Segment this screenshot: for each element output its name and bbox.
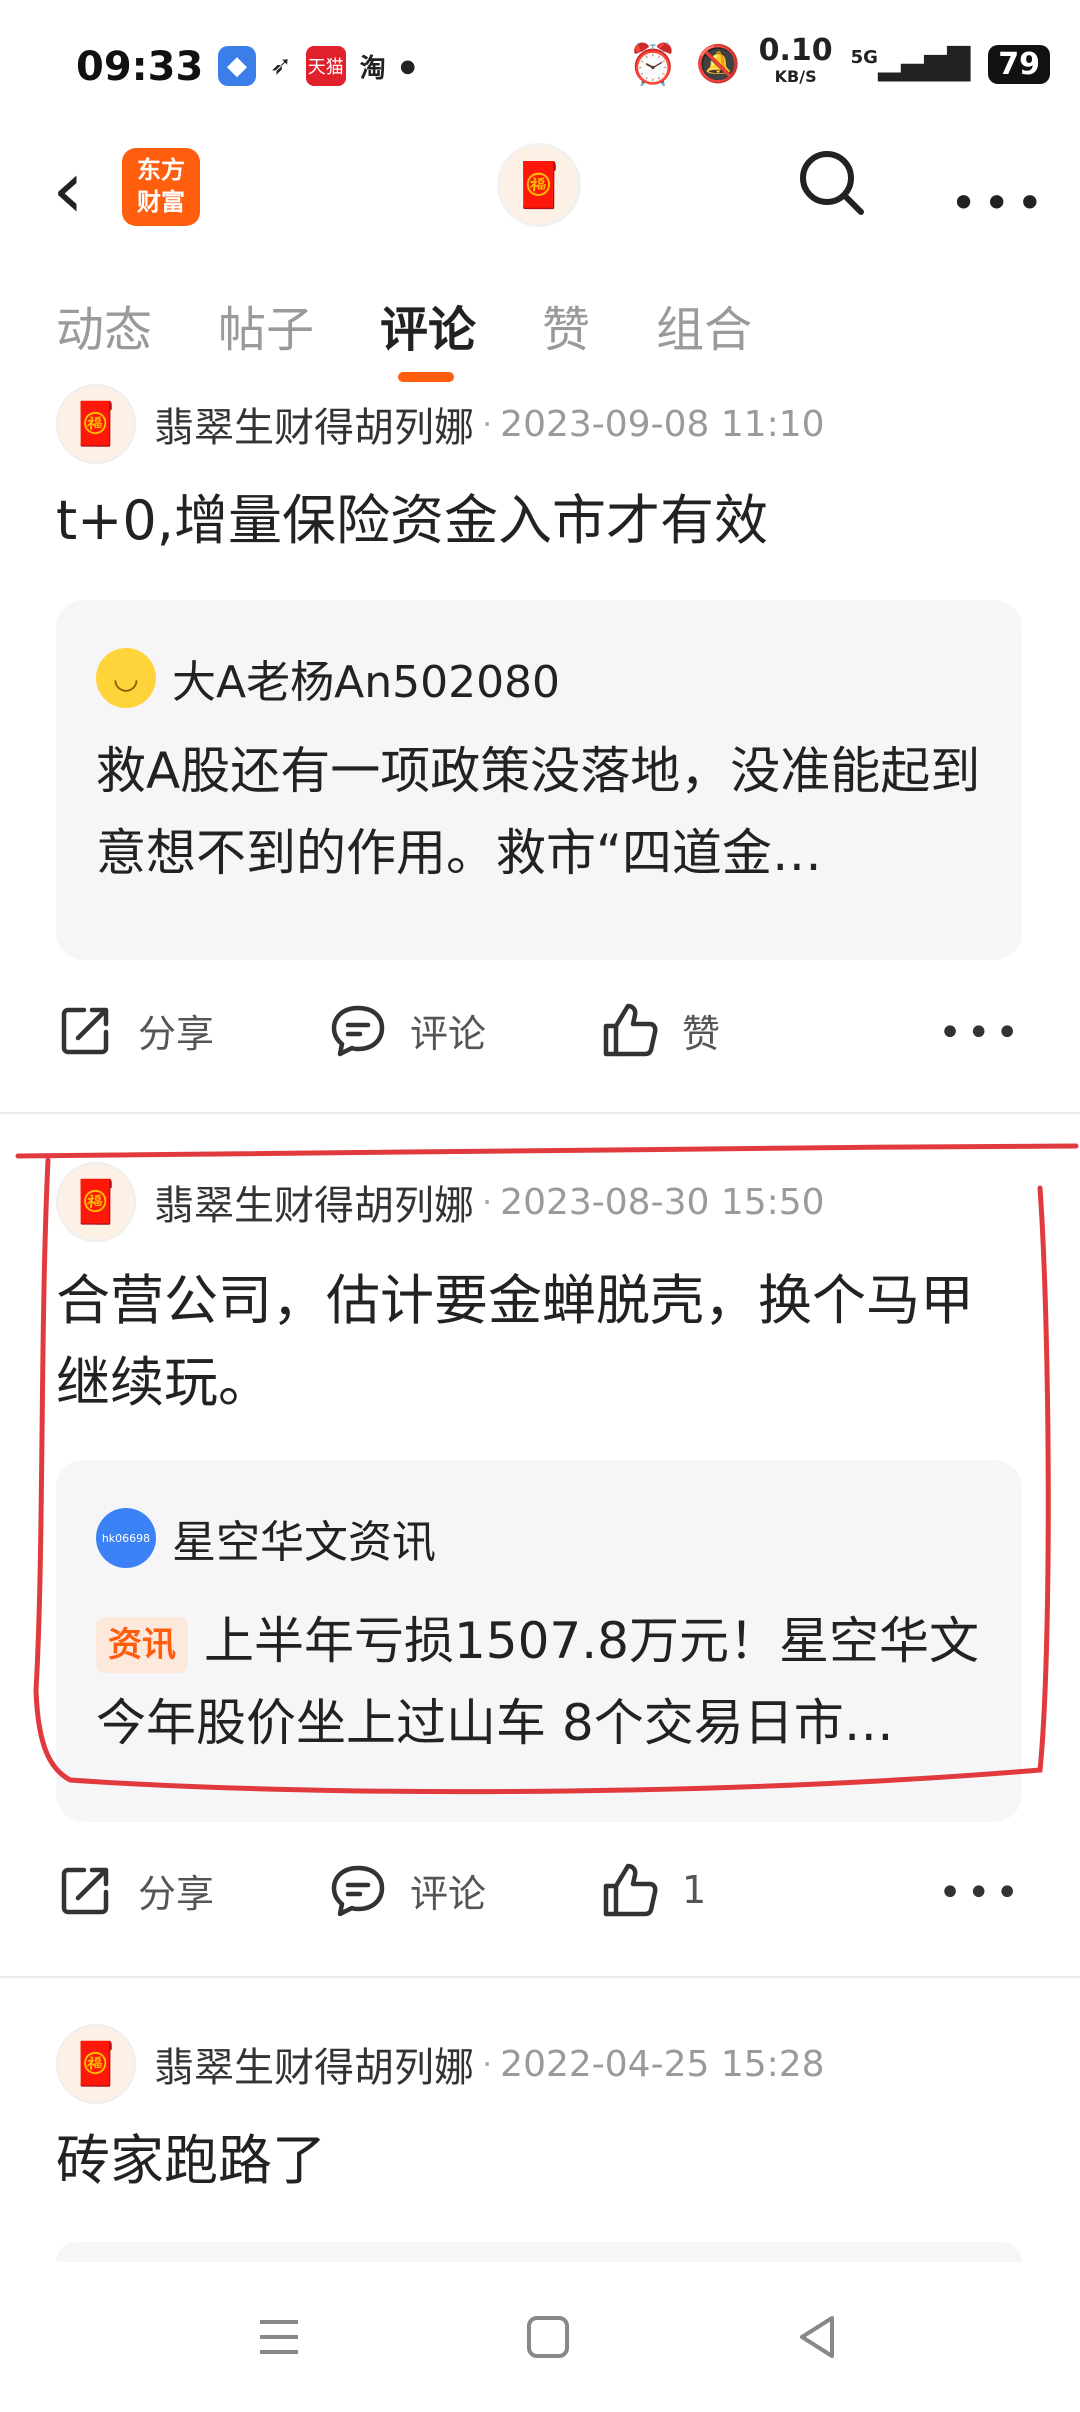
back-button[interactable]: ‹: [52, 150, 84, 230]
timestamp: 2023-09-08 11:10: [500, 403, 825, 445]
more-icon[interactable]: •••: [938, 1010, 1024, 1056]
battery-indicator: 79: [988, 44, 1050, 84]
back-nav-icon[interactable]: [782, 2302, 852, 2372]
search-icon[interactable]: [795, 146, 869, 220]
tab-portfolio[interactable]: 组合: [656, 290, 752, 360]
comment-button[interactable]: 评论: [328, 1000, 486, 1060]
top-app-bar: ‹ 东方 财富 🧧 •••: [0, 140, 1080, 280]
share-icon: [61, 1867, 109, 1915]
comment-item[interactable]: 🧧 翡翠生财得胡列娜 · 2023-08-30 15:50 合营公司，估计要金蝉…: [0, 1148, 1080, 1968]
author-name[interactable]: 翡翠生财得胡列娜: [154, 2035, 474, 2093]
thumbs-up-icon: [603, 1863, 658, 1917]
signal-icon: 5G▂▄▆█: [850, 46, 971, 82]
user-avatar[interactable]: 🧧: [500, 146, 578, 224]
system-indicators: ⏰ 🔕 0.10 KB/S 5G▂▄▆█ 79: [627, 33, 1050, 88]
avatar[interactable]: 🧧: [56, 384, 136, 464]
quoted-post[interactable]: hk06698 星空华文资讯 资讯 上半年亏损1507.8万元！星空华文今年股价坐…: [56, 1460, 1022, 1822]
comment-text: 砖家跑路了: [56, 2129, 326, 2192]
comment-icon: [331, 1865, 385, 1917]
bird-icon: ➶: [270, 51, 292, 81]
author-row: 🧧 翡翠生财得胡列娜 · 2023-08-30 15:50: [56, 1162, 825, 1242]
blue-app-icon: ◆: [218, 46, 256, 86]
quoted-text: 资讯 上半年亏损1507.8万元！星空华文今年股价坐上过山车 8个交易日市…: [96, 1612, 979, 1752]
avatar[interactable]: 🧧: [56, 1162, 136, 1242]
tab-comments[interactable]: 评论: [380, 290, 476, 382]
timestamp: 2022-04-25 15:28: [500, 2043, 825, 2085]
tab-posts[interactable]: 帖子: [218, 290, 314, 360]
avatar[interactable]: 🧧: [56, 2024, 136, 2104]
comment-button[interactable]: 评论: [328, 1860, 486, 1920]
quoted-post[interactable]: ◡ 大A老杨An502080 救A股还有一项政策没落地，没准能起到意想不到的作用…: [56, 600, 1022, 960]
hk06698-avatar-icon: hk06698: [96, 1508, 156, 1568]
taobao-icon: 淘: [359, 53, 386, 84]
alarm-icon: ⏰: [627, 41, 678, 88]
status-bar: 09:33 ◆ ➶ 天猫 淘 ● ⏰ 🔕 0.10 KB/S 5G▂▄▆█ 79: [0, 0, 1080, 140]
comment-icon: [331, 1005, 385, 1057]
quoted-author-name: 星空华文资讯: [172, 1517, 436, 1568]
tab-likes[interactable]: 赞: [542, 290, 590, 360]
more-notifications-dot: ●: [399, 55, 416, 77]
clock: 09:33: [76, 44, 204, 90]
quoted-author-name: 大A老杨An502080: [172, 657, 561, 708]
share-icon: [61, 1007, 109, 1055]
net-speed: 0.10 KB/S: [758, 33, 833, 87]
smile-avatar-icon: ◡: [96, 648, 156, 708]
like-button[interactable]: 赞: [600, 1000, 720, 1060]
tab-dongtai[interactable]: 动态: [56, 290, 152, 360]
action-bar: 分享 评论 赞 •••: [56, 1000, 1024, 1080]
more-options-icon[interactable]: •••: [950, 176, 1049, 230]
like-button[interactable]: 1: [600, 1860, 706, 1920]
notification-icons: ◆ ➶ 天猫 淘 ●: [218, 46, 416, 86]
thumbs-up-icon: [603, 1003, 658, 1057]
app-logo: 东方 财富: [122, 148, 200, 226]
quoted-author-row: hk06698 星空华文资讯: [96, 1506, 436, 1570]
author-name[interactable]: 翡翠生财得胡列娜: [154, 395, 474, 453]
share-button[interactable]: 分享: [56, 1860, 214, 1920]
like-count: 1: [682, 1868, 707, 1912]
mute-icon: 🔕: [695, 44, 741, 85]
news-badge: 资讯: [96, 1616, 188, 1673]
system-navigation-bar: [0, 2262, 1080, 2412]
more-icon[interactable]: •••: [938, 1870, 1024, 1916]
comment-item[interactable]: 🧧 翡翠生财得胡列娜 · 2023-09-08 11:10 t+0,增量保险资金…: [0, 370, 1080, 1110]
menu-icon[interactable]: [244, 2302, 314, 2372]
tmall-icon: 天猫: [305, 46, 346, 86]
home-icon[interactable]: [513, 2302, 583, 2372]
comment-text: t+0,增量保险资金入市才有效: [56, 489, 768, 552]
action-bar: 分享 评论 1 •••: [56, 1860, 1024, 1940]
quoted-text: 救A股还有一项政策没落地，没准能起到意想不到的作用。救市“四道金…: [96, 742, 981, 882]
divider: [0, 1112, 1080, 1114]
timestamp: 2023-08-30 15:50: [500, 1181, 825, 1223]
comment-item[interactable]: 🧧 翡翠生财得胡列娜 · 2022-04-25 15:28 砖家跑路了: [0, 2010, 1080, 2282]
comment-text: 合营公司，估计要金蝉脱壳，换个马甲继续玩。: [56, 1269, 974, 1414]
divider: [0, 1976, 1080, 1978]
share-button[interactable]: 分享: [56, 1000, 214, 1060]
quoted-author-row: ◡ 大A老杨An502080: [96, 646, 560, 710]
author-row: 🧧 翡翠生财得胡列娜 · 2023-09-08 11:10: [56, 384, 825, 464]
profile-tabs: 动态 帖子 评论 赞 组合: [56, 290, 752, 382]
author-name[interactable]: 翡翠生财得胡列娜: [154, 1173, 474, 1231]
author-row: 🧧 翡翠生财得胡列娜 · 2022-04-25 15:28: [56, 2024, 825, 2104]
